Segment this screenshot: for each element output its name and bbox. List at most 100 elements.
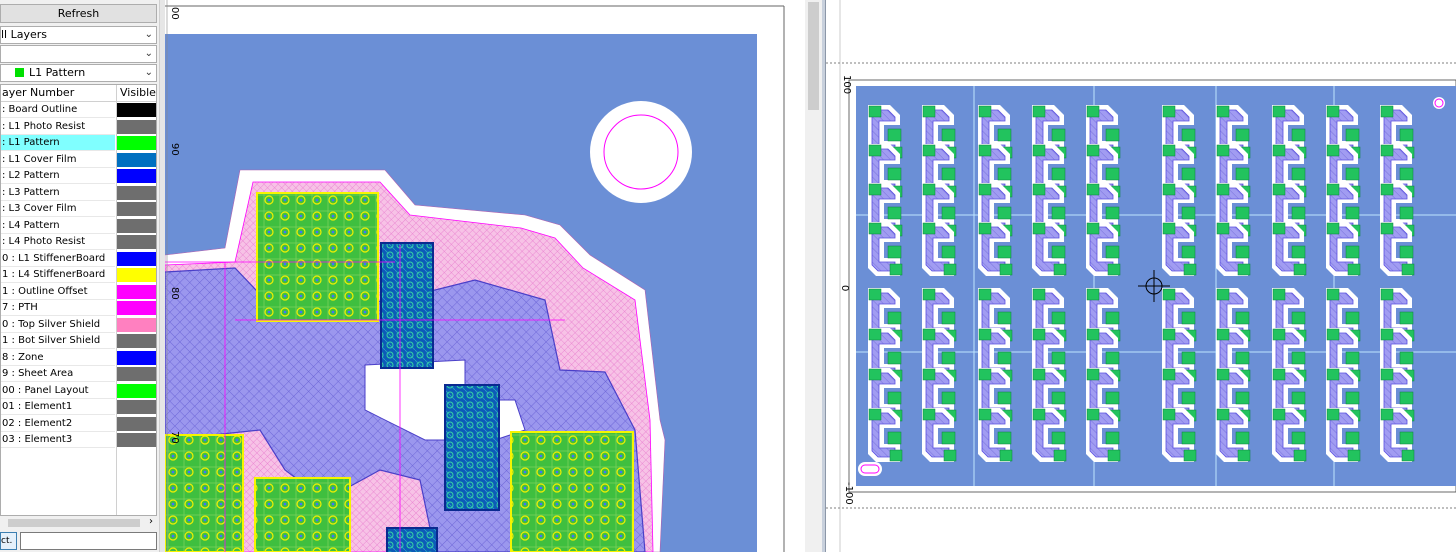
bottom-bar: ct. xyxy=(0,531,159,552)
layer-row[interactable]: 1 : Bot Silver Shield xyxy=(1,333,156,349)
layer-visibility-swatch[interactable] xyxy=(117,268,156,282)
layer-row[interactable]: 0 : L1 StiffenerBoard xyxy=(1,251,156,267)
layer-row[interactable]: 02 : Element2 xyxy=(1,416,156,432)
layer-name: 1 : Outline Offset xyxy=(1,284,115,300)
act-button[interactable]: ct. xyxy=(0,532,17,550)
chevron-down-icon: ⌄ xyxy=(144,48,153,59)
command-input[interactable] xyxy=(20,532,157,550)
layer-name: 8 : Zone xyxy=(1,350,115,366)
refresh-button[interactable]: Refresh xyxy=(0,4,157,23)
layer-visibility-swatch[interactable] xyxy=(117,202,156,216)
zoomed-board-canvas[interactable]: 00 90 80 70 xyxy=(165,0,805,552)
chevron-right-icon[interactable]: › xyxy=(149,516,153,527)
layer-name: 0 : Top Silver Shield xyxy=(1,317,115,333)
layer-row[interactable]: : L1 Cover Film xyxy=(1,152,156,168)
layer-name: 03 : Element3 xyxy=(1,432,115,448)
column-divider xyxy=(116,85,117,515)
component-pad xyxy=(254,477,351,552)
layer-visibility-swatch[interactable] xyxy=(117,152,156,167)
tooling-hole xyxy=(590,101,692,203)
layer-name: 1 : L4 StiffenerBoard xyxy=(1,267,115,283)
header-visible[interactable]: Visible xyxy=(120,86,156,99)
chevron-down-icon: ⌄ xyxy=(144,67,153,78)
layer-row[interactable]: 1 : Outline Offset xyxy=(1,284,156,300)
layer-name: : Board Outline xyxy=(1,102,115,118)
vertical-scrollbar[interactable] xyxy=(805,0,822,552)
layer-visibility-swatch[interactable] xyxy=(117,433,156,447)
layer-visibility-swatch[interactable] xyxy=(117,103,156,117)
layer-row[interactable]: : L4 Pattern xyxy=(1,218,156,234)
scroll-thumb[interactable] xyxy=(808,2,819,110)
layer-row[interactable]: 7 : PTH xyxy=(1,300,156,316)
active-layer-dropdown[interactable]: L1 Pattern ⌄ xyxy=(0,64,157,82)
panel-layout-view[interactable]: 100 0 -100 xyxy=(826,0,1456,552)
layer-visibility-swatch[interactable] xyxy=(117,169,156,183)
layer-name: : L1 Pattern xyxy=(1,135,115,151)
layer-row[interactable]: : L2 Pattern xyxy=(1,168,156,184)
layer-visibility-swatch[interactable] xyxy=(117,235,156,249)
layer-visibility-swatch[interactable] xyxy=(117,317,156,332)
scroll-thumb[interactable] xyxy=(8,519,140,527)
ruler-label: 90 xyxy=(169,143,180,156)
layer-row[interactable]: 00 : Panel Layout xyxy=(1,383,156,399)
secondary-dropdown[interactable]: ⌄ xyxy=(0,45,157,63)
layer-visibility-swatch[interactable] xyxy=(117,218,156,233)
stiffener-board xyxy=(386,527,438,552)
layer-visibility-swatch[interactable] xyxy=(117,251,156,266)
layer-visibility-swatch[interactable] xyxy=(117,284,156,299)
layer-row[interactable]: 9 : Sheet Area xyxy=(1,366,156,382)
layer-filter-value: ll Layers xyxy=(1,28,48,41)
layer-name: 00 : Panel Layout xyxy=(1,383,115,399)
slot-hole xyxy=(858,462,882,476)
layer-filter-dropdown[interactable]: ll Layers ⌄ xyxy=(0,26,157,44)
layer-visibility-swatch[interactable] xyxy=(117,367,156,381)
layer-visibility-swatch[interactable] xyxy=(117,136,156,150)
layer-visibility-swatch[interactable] xyxy=(117,416,156,431)
layer-visibility-swatch[interactable] xyxy=(117,301,156,315)
layer-visibility-swatch[interactable] xyxy=(117,185,156,200)
layer-row[interactable]: 0 : Top Silver Shield xyxy=(1,317,156,333)
layer-name: : L1 Photo Resist xyxy=(1,119,115,135)
ruler-label: -100 xyxy=(843,482,854,505)
layer-row[interactable]: : L3 Pattern xyxy=(1,185,156,201)
layer-name: : L4 Photo Resist xyxy=(1,234,115,250)
layer-name: 02 : Element2 xyxy=(1,416,115,432)
layer-name: : L3 Pattern xyxy=(1,185,115,201)
layer-name: : L2 Pattern xyxy=(1,168,115,184)
layer-name: : L3 Cover Film xyxy=(1,201,115,217)
layer-name: 1 : Bot Silver Shield xyxy=(1,333,115,349)
layer-visibility-swatch[interactable] xyxy=(117,119,156,134)
layer-row[interactable]: : L1 Photo Resist xyxy=(1,119,156,135)
layer-visibility-swatch[interactable] xyxy=(117,334,156,348)
layer-row[interactable]: : L3 Cover Film xyxy=(1,201,156,217)
layer-row[interactable]: 1 : L4 StiffenerBoard xyxy=(1,267,156,283)
horizontal-scrollbar[interactable]: › xyxy=(0,516,157,530)
ruler-label: 80 xyxy=(169,287,180,300)
layer-visibility-swatch[interactable] xyxy=(117,400,156,414)
layer-name: 9 : Sheet Area xyxy=(1,366,115,382)
layer-table: ayer Number Visible : Board Outline: L1 … xyxy=(0,84,157,516)
ruler-label: 0 xyxy=(839,285,850,291)
component-pad xyxy=(510,431,634,552)
layer-name: 7 : PTH xyxy=(1,300,115,316)
header-layer-number[interactable]: ayer Number xyxy=(2,86,74,99)
layer-visibility-swatch[interactable] xyxy=(117,383,156,398)
layer-row[interactable]: : Board Outline xyxy=(1,102,156,118)
zoomed-board-view[interactable]: 00 90 80 70 xyxy=(165,0,805,552)
layer-row[interactable]: 8 : Zone xyxy=(1,350,156,366)
layer-row[interactable]: : L1 Pattern xyxy=(1,135,156,151)
active-layer-value: L1 Pattern xyxy=(29,66,86,79)
layer-row[interactable]: 01 : Element1 xyxy=(1,399,156,415)
layer-row[interactable]: : L4 Photo Resist xyxy=(1,234,156,250)
ruler-label: 00 xyxy=(169,7,180,20)
layer-panel: Refresh ll Layers ⌄ ⌄ L1 Pattern ⌄ ayer … xyxy=(0,0,159,552)
component-pad xyxy=(165,434,244,552)
stiffener-board xyxy=(444,384,500,511)
layer-name: 01 : Element1 xyxy=(1,399,115,415)
layer-name: : L1 Cover Film xyxy=(1,152,115,168)
layer-visibility-swatch[interactable] xyxy=(117,350,156,365)
panel-layout-canvas[interactable]: 100 0 -100 xyxy=(826,0,1456,552)
layer-color-swatch xyxy=(15,68,24,77)
layer-name: 0 : L1 StiffenerBoard xyxy=(1,251,115,267)
layer-row[interactable]: 03 : Element3 xyxy=(1,432,156,448)
